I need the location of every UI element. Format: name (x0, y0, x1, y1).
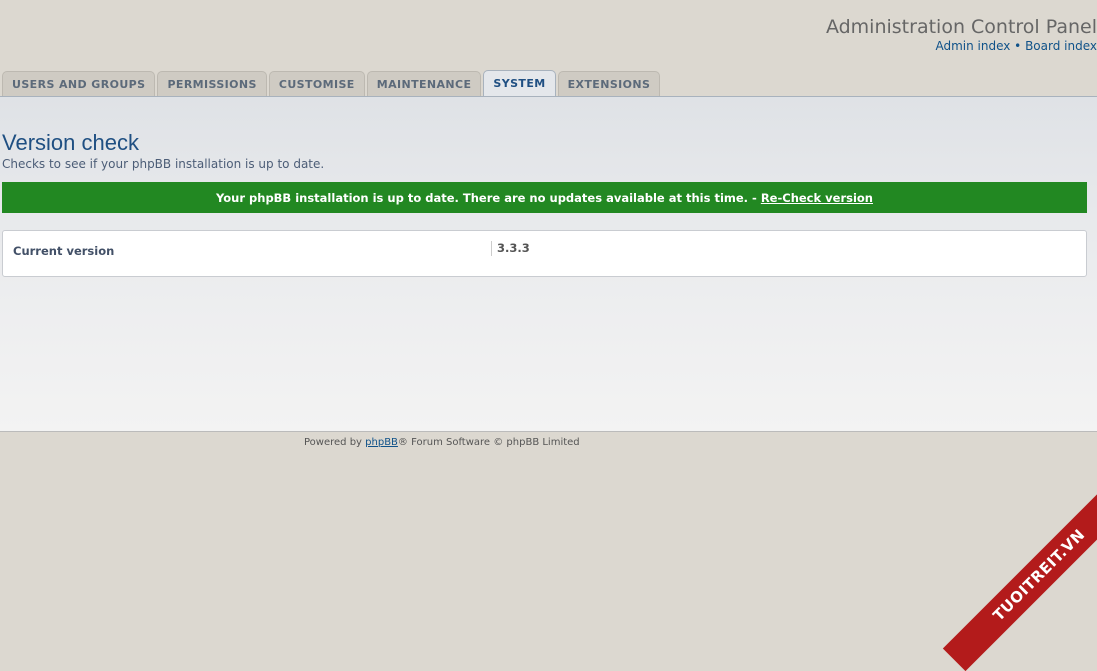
tab-system[interactable]: SYSTEM (483, 70, 556, 97)
acp-title: Administration Control Panel (825, 16, 1097, 38)
main-tabs: USERS AND GROUPS PERMISSIONS CUSTOMISE M… (2, 70, 661, 97)
recheck-version-link[interactable]: Re-Check version (761, 191, 873, 205)
board-index-link[interactable]: Board index (1025, 39, 1097, 53)
watermark-ribbon: TUOITREIT.VN (942, 478, 1097, 671)
current-version-label: Current version (13, 244, 115, 258)
link-separator: • (1014, 39, 1022, 53)
page-title: Version check (2, 130, 139, 155)
footer-prefix: Powered by (304, 437, 362, 448)
column-divider (491, 241, 492, 256)
tab-users-and-groups[interactable]: USERS AND GROUPS (2, 71, 156, 96)
footer: Powered by phpBB® Forum Software © phpBB… (304, 437, 580, 448)
header-links: Admin index • Board index (935, 39, 1097, 53)
admin-index-link[interactable]: Admin index (935, 39, 1010, 53)
success-text: Your phpBB installation is up to date. T… (215, 190, 757, 205)
tab-customise[interactable]: CUSTOMISE (268, 71, 365, 96)
current-version-value: 3.3.3 (497, 241, 530, 255)
page-description: Checks to see if your phpBB installation… (2, 157, 325, 171)
success-message: Your phpBB installation is up to date. T… (2, 182, 1087, 213)
tab-permissions[interactable]: PERMISSIONS (157, 71, 267, 96)
tab-extensions[interactable]: EXTENSIONS (557, 71, 661, 96)
version-panel: Current version 3.3.3 (2, 230, 1087, 277)
main-content: Version check Checks to see if your phpB… (0, 97, 1097, 432)
phpbb-link[interactable]: phpBB (365, 437, 398, 448)
tab-maintenance[interactable]: MAINTENANCE (366, 71, 482, 96)
footer-suffix: ® Forum Software © phpBB Limited (397, 437, 580, 448)
